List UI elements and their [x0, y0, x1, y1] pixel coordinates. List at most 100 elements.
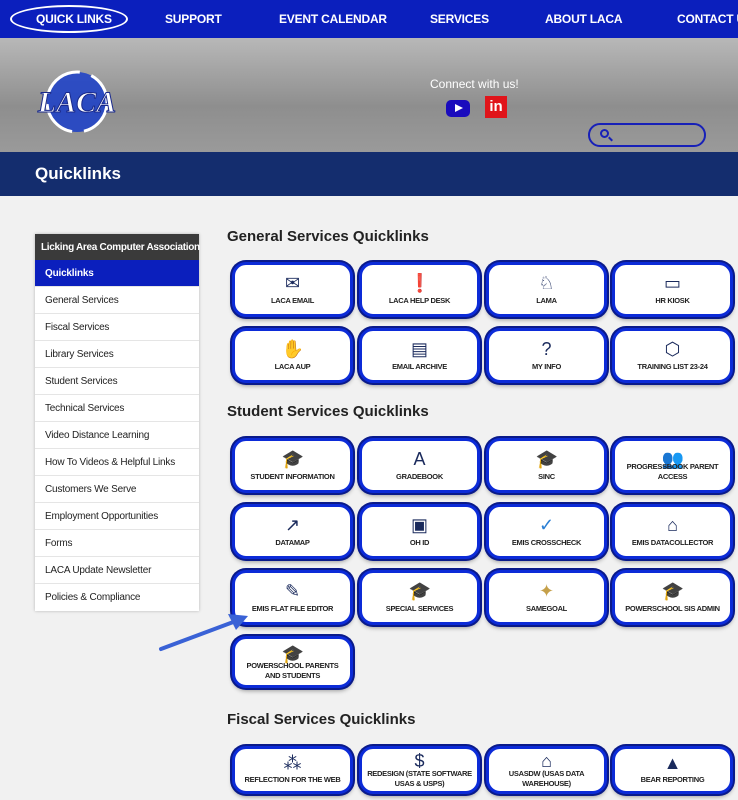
linkedin-icon[interactable]: in: [485, 96, 507, 118]
gradebook-a-icon: A: [413, 449, 426, 469]
tile-label: EMIS FLAT FILE EDITOR: [251, 604, 334, 613]
tile-label: GRADEBOOK: [396, 472, 443, 481]
sidebar-item-technical-services[interactable]: Technical Services: [35, 395, 199, 422]
sidebar-item-quicklinks[interactable]: Quicklinks: [35, 260, 199, 287]
nav-contact-us[interactable]: CONTACT US: [677, 12, 738, 26]
nav-quick-links[interactable]: QUICK LINKS: [36, 12, 112, 26]
tile-oh-id[interactable]: ▣ OH ID: [359, 504, 480, 559]
file-edit-icon: ✎: [284, 581, 301, 601]
tile-lama[interactable]: ♘ LAMA: [486, 262, 607, 317]
tile-label: HR KIOSK: [655, 296, 690, 305]
student-services-heading: Student Services Quicklinks: [227, 403, 429, 420]
site-header: LACA Connect with us! in: [0, 38, 738, 152]
tile-label: LACA EMAIL: [271, 296, 314, 305]
connect-with-us-text: Connect with us!: [430, 77, 519, 91]
tile-label: MY INFO: [531, 362, 561, 371]
checkmark-icon: ✓: [538, 515, 555, 535]
tile-student-information[interactable]: 🎓 STUDENT INFORMATION: [232, 438, 353, 493]
tile-gradebook[interactable]: A GRADEBOOK: [359, 438, 480, 493]
warehouse-icon: ⌂: [541, 751, 552, 771]
nav-support[interactable]: SUPPORT: [165, 12, 222, 26]
tile-label: POWERSCHOOL SIS ADMIN: [625, 604, 720, 613]
sidebar-item-laca-update-newsletter[interactable]: LACA Update Newsletter: [35, 557, 199, 584]
sidebar-item-general-services[interactable]: General Services: [35, 287, 199, 314]
tile-label: BEAR REPORTING: [640, 775, 705, 784]
tile-datamap[interactable]: ↗ DATAMAP: [232, 504, 353, 559]
mortarboard-icon: 🎓: [408, 581, 431, 601]
monitor-icon: ▭: [663, 273, 681, 293]
tile-samegoal[interactable]: ✦ SAMEGOAL: [486, 570, 607, 625]
page: { "nav": { "items": ["QUICK LINKS", "SUP…: [0, 0, 738, 800]
fiscal-services-heading: Fiscal Services Quicklinks: [227, 711, 416, 728]
search-input[interactable]: [588, 123, 706, 147]
tile-label: PROGRESSBOOK PARENT ACCESS: [626, 462, 719, 481]
tile-laca-help-desk[interactable]: ❗ LACA HELP DESK: [359, 262, 480, 317]
envelope-icon: ✉: [284, 273, 301, 293]
tile-label: SAMEGOAL: [526, 604, 567, 613]
target-dart-icon: ✦: [538, 581, 555, 601]
annotation-arrow: [159, 614, 248, 651]
tile-laca-aup[interactable]: ✋ LACA AUP: [232, 328, 353, 383]
tile-label: EMAIL ARCHIVE: [392, 362, 447, 371]
tile-label: SPECIAL SERVICES: [385, 604, 454, 613]
sidebar-item-policies-compliance[interactable]: Policies & Compliance: [35, 584, 199, 611]
sidebar-item-employment-opportunities[interactable]: Employment Opportunities: [35, 503, 199, 530]
general-services-heading: General Services Quicklinks: [227, 228, 429, 245]
archive-box-icon: ▤: [410, 339, 428, 359]
handshake-icon: ✋: [281, 339, 304, 359]
tile-label: TRAINING LIST 23-24: [637, 362, 708, 371]
tile-laca-email[interactable]: ✉ LACA EMAIL: [232, 262, 353, 317]
tile-label: POWERSCHOOL PARENTS AND STUDENTS: [246, 661, 339, 680]
nav-event-calendar[interactable]: EVENT CALENDAR: [279, 12, 387, 26]
tile-label: OH ID: [409, 538, 430, 547]
page-title: Quicklinks: [35, 164, 121, 183]
sidebar-item-video-distance-learning[interactable]: Video Distance Learning: [35, 422, 199, 449]
tile-label: SINC: [538, 472, 555, 481]
laca-logo[interactable]: LACA: [32, 68, 122, 136]
tile-label: LACA HELP DESK: [388, 296, 451, 305]
sidebar-item-library-services[interactable]: Library Services: [35, 341, 199, 368]
mortarboard-icon: 🎓: [535, 449, 558, 469]
sidebar-menu: Licking Area Computer Association Quickl…: [35, 234, 200, 611]
sidebar-heading: Licking Area Computer Association: [35, 234, 200, 260]
trend-arrow-icon: ↗: [284, 515, 301, 535]
tile-emis-datacollector[interactable]: ⌂ EMIS DATACOLLECTOR: [612, 504, 733, 559]
tile-usasdw[interactable]: ⌂ USASDW (USAS DATA WAREHOUSE): [486, 746, 607, 794]
mortarboard-icon: 🎓: [661, 581, 684, 601]
youtube-icon[interactable]: [446, 100, 470, 117]
tile-label: LACA AUP: [274, 362, 311, 371]
tile-training-list[interactable]: ⬡ TRAINING LIST 23-24: [612, 328, 733, 383]
id-card-icon: ▣: [410, 515, 428, 535]
question-circle-icon: ?: [541, 339, 552, 359]
bear-icon: ▲: [663, 753, 682, 773]
nav-about-laca[interactable]: ABOUT LACA: [545, 12, 623, 26]
tile-sinc[interactable]: 🎓 SINC: [486, 438, 607, 493]
tile-label: DATAMAP: [275, 538, 310, 547]
tile-my-info[interactable]: ? MY INFO: [486, 328, 607, 383]
tile-redesign[interactable]: $ REDESIGN (STATE SOFTWARE USAS & USPS): [359, 746, 480, 794]
tile-hr-kiosk[interactable]: ▭ HR KIOSK: [612, 262, 733, 317]
tile-emis-crosscheck[interactable]: ✓ EMIS CROSSCHECK: [486, 504, 607, 559]
tile-label: LAMA: [536, 296, 557, 305]
tile-label: REFLECTION FOR THE WEB: [244, 775, 341, 784]
network-nodes-icon: ⁂: [283, 753, 302, 773]
tile-bear-reporting[interactable]: ▲ BEAR REPORTING: [612, 746, 733, 794]
tile-label: EMIS CROSSCHECK: [511, 538, 582, 547]
sidebar-item-fiscal-services[interactable]: Fiscal Services: [35, 314, 199, 341]
tile-label: STUDENT INFORMATION: [250, 472, 335, 481]
tile-powerschool-sis-admin[interactable]: 🎓 POWERSCHOOL SIS ADMIN: [612, 570, 733, 625]
tile-progressbook-parent-access[interactable]: 👥 PROGRESSBOOK PARENT ACCESS: [612, 438, 733, 493]
tile-label: REDESIGN (STATE SOFTWARE USAS & USPS): [367, 769, 472, 788]
search-icon: [600, 129, 609, 138]
tile-reflection-for-the-web[interactable]: ⁂ REFLECTION FOR THE WEB: [232, 746, 353, 794]
sidebar-item-customers-we-serve[interactable]: Customers We Serve: [35, 476, 199, 503]
graduate-icon: 🎓: [281, 449, 304, 469]
sidebar-item-student-services[interactable]: Student Services: [35, 368, 199, 395]
tile-label: EMIS DATACOLLECTOR: [631, 538, 714, 547]
sidebar-item-how-to-videos[interactable]: How To Videos & Helpful Links: [35, 449, 199, 476]
tile-email-archive[interactable]: ▤ EMAIL ARCHIVE: [359, 328, 480, 383]
tile-special-services[interactable]: 🎓 SPECIAL SERVICES: [359, 570, 480, 625]
money-edit-icon: $: [414, 751, 425, 771]
nav-services[interactable]: SERVICES: [430, 12, 489, 26]
sidebar-item-forms[interactable]: Forms: [35, 530, 199, 557]
